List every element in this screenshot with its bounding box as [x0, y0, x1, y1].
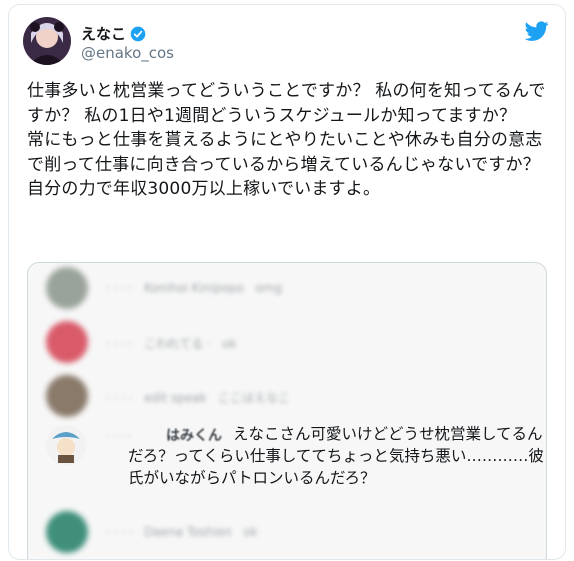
reply-time: · · · · — [106, 281, 133, 295]
reply-text: ok — [222, 337, 237, 351]
tweet-card: えなこ @enako_cos 仕事多いと枕営業ってどういうことですか？ 私の何を… — [8, 4, 566, 560]
reply-time: · · · · — [106, 525, 133, 539]
reply-meta: · · · · Daena Toshien ok — [106, 525, 257, 539]
reply-meta: · · · · edit speak ここはえなこ — [106, 389, 290, 406]
reply-text: ok — [243, 525, 258, 539]
reply-meta: · · · · Konihoi Kinipopo omg — [106, 281, 282, 295]
tweet-header: えなこ @enako_cos — [23, 15, 553, 71]
reply-name: edit speak — [144, 391, 207, 405]
reply-name: こわれてる · — [144, 337, 211, 351]
reply-time: · · · · — [106, 337, 133, 351]
reply-text: omg — [255, 281, 282, 295]
reply-avatar — [46, 511, 88, 553]
handle[interactable]: @enako_cos — [81, 44, 174, 62]
reply-avatar — [46, 267, 88, 309]
tweet-text: 仕事多いと枕営業ってどういうことですか？ 私の何を知ってるんですか？ 私の1日や… — [27, 79, 557, 202]
reply-name: Daena Toshien — [144, 525, 232, 539]
verified-badge-icon — [130, 26, 146, 41]
tweet-line: 仕事多いと枕営業ってどういうことですか？ 私の何を知ってるんですか？ 私の1日や… — [27, 81, 546, 126]
reply-name: Konihoi Kinipopo — [144, 281, 244, 295]
reply-time: · · · · — [106, 430, 131, 443]
tweet-line: 自分の力で年収3000万以上稼いでいますよ。 — [27, 179, 381, 199]
display-name[interactable]: えなこ — [81, 23, 126, 44]
reply-avatar — [46, 375, 88, 417]
reply-meta: · · · · こわれてる · ok — [106, 335, 237, 352]
avatar[interactable] — [23, 17, 71, 65]
reply-avatar — [46, 321, 88, 363]
embedded-screenshot[interactable]: · · · · Konihoi Kinipopo omg · · · · こわれ… — [27, 262, 547, 559]
reply-text: ここはえなこ — [218, 391, 291, 405]
reply-text: えなこさん可愛いけどどうせ枕営業してるんだろ？ってくらい仕事しててちょっと気持ち… — [128, 425, 544, 487]
tweet-line: 常にもっと仕事を貰えるようにとやりたいことや休みも自分の意志で削って仕事に向き合… — [27, 130, 543, 175]
name-row: えなこ — [81, 23, 146, 44]
reply-time: · · · · — [106, 391, 133, 405]
reply-avatar — [46, 425, 86, 465]
twitter-bird-icon[interactable] — [525, 19, 549, 43]
